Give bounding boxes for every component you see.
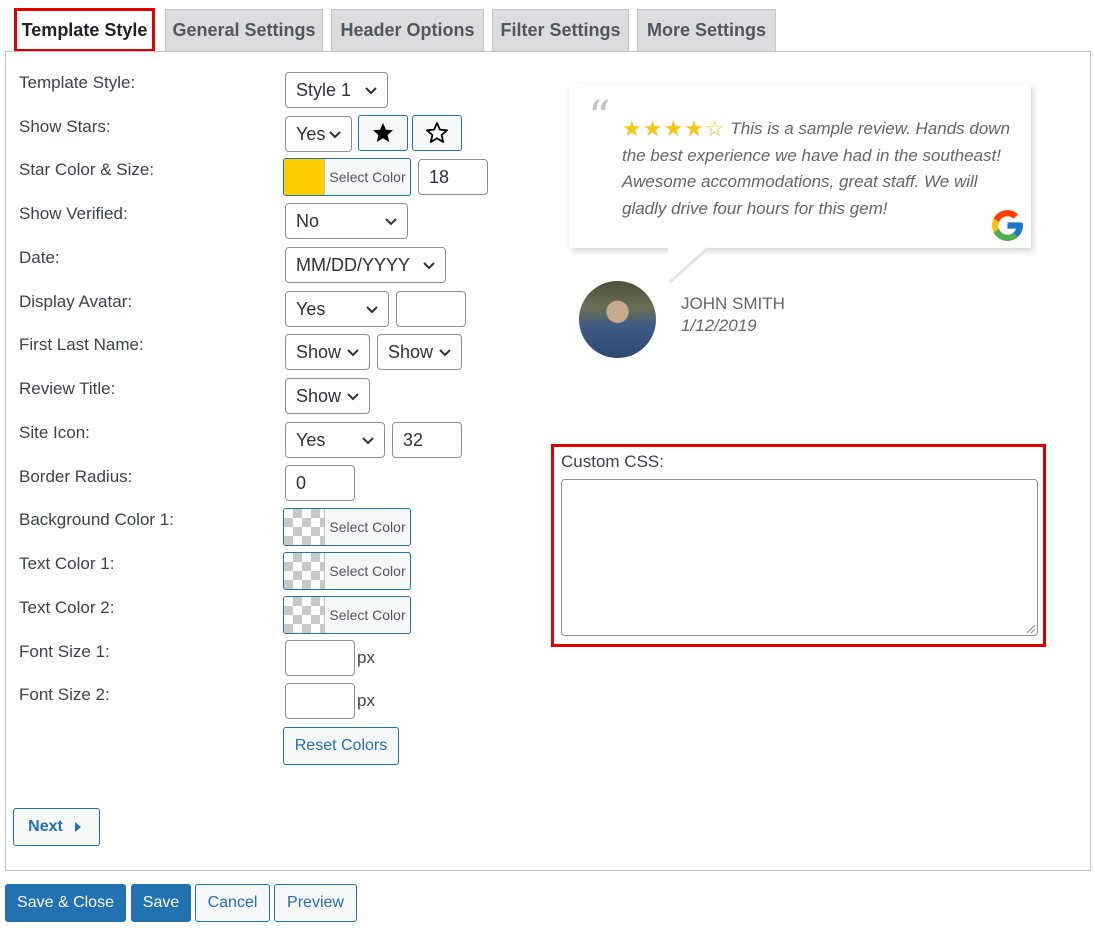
review-title-select[interactable]: Show — [285, 378, 370, 414]
outline-star-button[interactable] — [412, 115, 462, 151]
font-size-2-unit: px — [357, 691, 375, 710]
template-style-select[interactable]: Style 1 — [285, 72, 388, 108]
caret-right-icon — [74, 822, 81, 832]
select-value: MM/DD/YYYY — [296, 254, 411, 275]
tab-label: General Settings — [172, 20, 316, 40]
google-icon — [992, 210, 1023, 241]
text-color-2-label: Text Color 2: — [19, 598, 115, 617]
custom-css-textarea[interactable] — [561, 479, 1038, 636]
bubble-tail — [668, 246, 710, 284]
background-color-1-button[interactable]: Select Color — [283, 508, 411, 546]
tab-more-settings[interactable]: More Settings — [637, 9, 776, 51]
chevron-down-icon — [439, 349, 451, 357]
text-color-2-button[interactable]: Select Color — [283, 596, 411, 634]
border-radius-input[interactable]: 0 — [285, 465, 355, 501]
reset-colors-button[interactable]: Reset Colors — [283, 727, 399, 765]
tab-filter-settings[interactable]: Filter Settings — [492, 9, 629, 51]
tab-template-style[interactable]: Template Style — [14, 8, 155, 52]
color-swatch — [284, 159, 324, 195]
select-value: No — [296, 210, 320, 231]
transparent-swatch — [284, 553, 324, 589]
display-avatar-label: Display Avatar: — [19, 292, 133, 311]
save-button[interactable]: Save — [131, 884, 191, 922]
chevron-down-icon — [423, 262, 435, 270]
tab-general-settings[interactable]: General Settings — [165, 9, 323, 51]
next-button[interactable]: Next — [13, 808, 100, 846]
site-icon-select[interactable]: Yes — [285, 422, 385, 458]
quote-icon: “ — [588, 92, 611, 143]
reviewer-avatar — [579, 281, 656, 358]
review-text-block: ★★★★☆ This is a sample review. Hands dow… — [622, 116, 1022, 222]
resize-handle-icon[interactable] — [1025, 623, 1036, 634]
select-value: Show — [296, 385, 342, 406]
first-name-select[interactable]: Show — [285, 334, 370, 370]
show-stars-select[interactable]: Yes — [285, 116, 352, 152]
show-stars-label: Show Stars: — [19, 117, 111, 136]
chevron-down-icon — [365, 87, 377, 95]
template-style-label: Template Style: — [19, 73, 136, 92]
star-color-size-label: Star Color & Size: — [19, 160, 155, 179]
select-value: Style 1 — [296, 79, 352, 100]
select-value: Show — [296, 341, 342, 362]
date-format-select[interactable]: MM/DD/YYYY — [285, 247, 446, 283]
show-verified-label: Show Verified: — [19, 204, 128, 223]
chevron-down-icon — [329, 131, 341, 139]
font-size-1-input[interactable] — [285, 640, 355, 676]
last-name-select[interactable]: Show — [377, 334, 462, 370]
star-filled-icon — [373, 123, 393, 142]
reviewer-name: JOHN SMITH — [681, 294, 785, 313]
font-size-2-input[interactable] — [285, 683, 355, 719]
select-value: Yes — [296, 429, 326, 450]
star-size-input[interactable]: 18 — [418, 159, 488, 195]
border-radius-label: Border Radius: — [19, 467, 133, 486]
star-color-button[interactable]: Select Color — [283, 158, 411, 196]
save-close-button[interactable]: Save & Close — [5, 884, 126, 922]
chevron-down-icon — [362, 437, 374, 445]
font-size-1-unit: px — [357, 648, 375, 667]
tab-label: Template Style — [21, 19, 148, 40]
review-title-label: Review Title: — [19, 379, 116, 398]
transparent-swatch — [284, 509, 324, 545]
tab-header-options[interactable]: Header Options — [331, 9, 484, 51]
date-label: Date: — [19, 248, 60, 267]
next-label: Next — [28, 818, 63, 835]
background-color-1-label: Background Color 1: — [19, 510, 174, 529]
filled-star-button[interactable] — [358, 115, 408, 151]
avatar-size-input[interactable] — [396, 291, 466, 327]
cancel-button[interactable]: Cancel — [195, 884, 270, 922]
transparent-swatch — [284, 597, 324, 633]
tab-label: More Settings — [646, 20, 766, 40]
chevron-down-icon — [385, 218, 397, 226]
tab-label: Header Options — [340, 20, 475, 40]
select-value: Show — [388, 341, 434, 362]
text-color-1-button[interactable]: Select Color — [283, 552, 411, 590]
review-date: 1/12/2019 — [681, 316, 757, 335]
first-last-name-label: First Last Name: — [19, 335, 144, 354]
chevron-down-icon — [347, 393, 359, 401]
select-color-label: Select Color — [324, 509, 410, 545]
select-value: Yes — [296, 123, 326, 144]
star-outline-icon — [426, 122, 448, 143]
text-color-1-label: Text Color 1: — [19, 554, 115, 573]
font-size-1-label: Font Size 1: — [19, 642, 110, 661]
select-color-label: Select Color — [324, 553, 410, 589]
preview-button[interactable]: Preview — [274, 884, 357, 922]
select-value: Yes — [296, 298, 326, 319]
chevron-down-icon — [347, 349, 359, 357]
chevron-down-icon — [366, 306, 378, 314]
show-verified-select[interactable]: No — [285, 203, 408, 239]
site-icon-label: Site Icon: — [19, 423, 90, 442]
tab-label: Filter Settings — [500, 20, 621, 40]
select-color-label: Select Color — [324, 597, 410, 633]
rating-stars: ★★★★☆ — [622, 116, 726, 141]
custom-css-label: Custom CSS: — [561, 452, 664, 471]
font-size-2-label: Font Size 2: — [19, 685, 110, 704]
site-icon-size-input[interactable]: 32 — [392, 422, 462, 458]
select-color-label: Select Color — [324, 159, 410, 195]
display-avatar-select[interactable]: Yes — [285, 291, 389, 327]
